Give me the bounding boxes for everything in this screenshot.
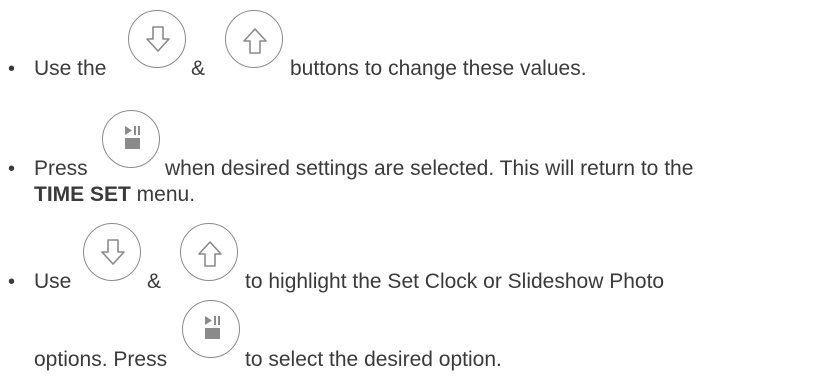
instruction-text: TIME SET menu. [34,183,195,207]
instruction-text: to select the desired option. [245,348,502,371]
play-pause-button [182,300,240,358]
ampersand-text: & [191,57,206,80]
bullet: • [8,158,16,180]
up-arrow-icon [243,28,267,54]
up-arrow-button [225,10,283,68]
instruction-text: Press [34,157,88,180]
down-arrow-button [83,223,141,281]
play-pause-button [102,110,160,168]
instruction-text: when desired settings are selected. This… [165,157,694,180]
instruction-text: buttons to change these values. [290,57,587,80]
instruction-text: options. Press [34,348,168,371]
bullet: • [8,58,16,80]
up-arrow-icon [198,241,222,267]
play-pause-stop-icon [205,316,220,339]
menu-name-text: TIME SET [34,183,131,206]
instruction-text: menu. [130,183,196,206]
up-arrow-button [180,223,238,281]
down-arrow-icon [146,26,170,52]
ampersand-text: & [147,270,162,293]
instruction-text: Use the [34,57,107,80]
play-pause-stop-icon [125,126,140,149]
instruction-text: Use [34,270,72,293]
bullet: • [8,271,16,293]
down-arrow-icon [101,239,125,265]
down-arrow-button [128,10,186,68]
instruction-text: to highlight the Set Clock or Slideshow … [245,270,665,293]
